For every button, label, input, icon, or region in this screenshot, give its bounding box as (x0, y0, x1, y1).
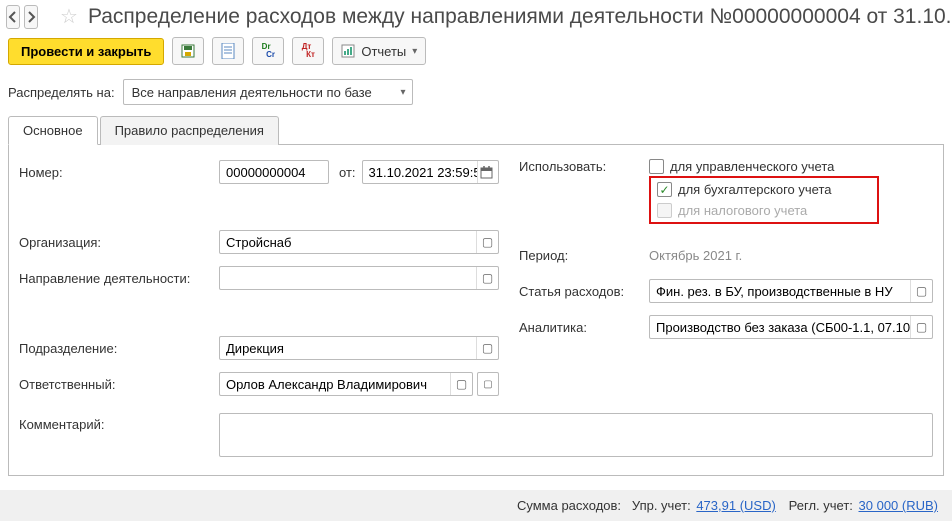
highlight-box: ✓ для бухгалтерского учета для налоговог… (649, 176, 879, 224)
post-and-close-button[interactable]: Провести и закрыть (8, 38, 164, 65)
responsible-more-button[interactable]: ▢ (477, 372, 499, 396)
page-title: Распределение расходов между направления… (88, 5, 952, 29)
dtkt-button[interactable]: Дт Кт (292, 37, 324, 65)
open-icon: ▢ (482, 341, 493, 355)
chk-acct[interactable]: ✓ (657, 182, 672, 197)
nav-back-button[interactable] (6, 5, 20, 29)
open-icon: ▢ (482, 271, 493, 285)
number-input[interactable] (219, 160, 329, 184)
chevron-down-icon: ▾ (401, 87, 406, 98)
org-label: Организация: (19, 235, 219, 250)
dept-input[interactable]: ▢ (219, 336, 499, 360)
reports-label: Отчеты (361, 44, 406, 59)
reg-value-link[interactable]: 30 000 (RUB) (859, 498, 938, 513)
open-icon: ▢ (456, 377, 467, 391)
use-label: Использовать: (519, 159, 649, 174)
responsible-label: Ответственный: (19, 377, 219, 392)
mgmt-value-link[interactable]: 473,91 (USD) (696, 498, 775, 513)
reg-label: Регл. учет: (789, 498, 853, 513)
period-label: Период: (519, 248, 649, 263)
save-button[interactable] (172, 37, 204, 65)
drcr-button[interactable]: Dr Cr (252, 37, 284, 65)
report-icon (341, 44, 355, 58)
dept-open-button[interactable]: ▢ (476, 337, 498, 359)
expense-label: Статья расходов: (519, 284, 649, 299)
number-label: Номер: (19, 165, 219, 180)
reports-dropdown[interactable]: Отчеты ▾ (332, 37, 426, 65)
save-icon (180, 43, 196, 59)
analytics-label: Аналитика: (519, 320, 649, 335)
activity-input[interactable]: ▢ (219, 266, 499, 290)
distribute-value: Все направления деятельности по базе (132, 85, 372, 100)
tab-rule[interactable]: Правило распределения (100, 116, 279, 145)
activity-open-button[interactable]: ▢ (476, 267, 498, 289)
comment-input[interactable] (219, 413, 933, 457)
form-main-panel: Номер: от: (8, 145, 944, 476)
org-open-button[interactable]: ▢ (476, 231, 498, 253)
chevron-down-icon: ▾ (412, 46, 417, 57)
open-icon: ▢ (916, 284, 927, 298)
date-input[interactable] (362, 160, 499, 184)
favorite-star-icon[interactable]: ☆ (60, 4, 78, 29)
arrow-right-icon (25, 11, 37, 23)
arrow-left-icon (7, 11, 19, 23)
expense-open-button[interactable]: ▢ (910, 280, 932, 302)
open-icon: ▢ (483, 379, 492, 390)
tab-main[interactable]: Основное (8, 116, 98, 145)
org-input[interactable]: ▢ (219, 230, 499, 254)
footer-summary: Сумма расходов: Упр. учет: 473,91 (USD) … (0, 490, 952, 521)
document-icon (221, 43, 235, 59)
drcr-icon: Dr Cr (262, 43, 275, 59)
chk-mgmt[interactable] (649, 159, 664, 174)
expense-input[interactable]: ▢ (649, 279, 933, 303)
chk-tax-label: для налогового учета (678, 203, 807, 218)
analytics-open-button[interactable]: ▢ (910, 316, 932, 338)
distribute-label: Распределять на: (8, 85, 115, 100)
sum-label: Сумма расходов: (517, 498, 621, 513)
responsible-open-button[interactable]: ▢ (450, 373, 472, 395)
dept-label: Подразделение: (19, 341, 219, 356)
chk-mgmt-label: для управленческого учета (670, 159, 834, 174)
nav-forward-button[interactable] (24, 5, 38, 29)
activity-label: Направление деятельности: (19, 271, 219, 286)
distribute-select[interactable]: Все направления деятельности по базе ▾ (123, 79, 413, 105)
from-label: от: (339, 165, 356, 180)
calendar-icon (480, 166, 493, 179)
mgmt-label: Упр. учет: (632, 498, 691, 513)
dtkt-icon: Дт Кт (302, 43, 315, 59)
period-value: Октябрь 2021 г. (649, 248, 742, 263)
open-icon: ▢ (916, 320, 927, 334)
analytics-input[interactable]: ▢ (649, 315, 933, 339)
chk-tax (657, 203, 672, 218)
responsible-input[interactable]: ▢ (219, 372, 473, 396)
calendar-button[interactable] (477, 161, 496, 183)
open-icon: ▢ (482, 235, 493, 249)
comment-label: Комментарий: (19, 413, 219, 432)
post-button[interactable] (212, 37, 244, 65)
chk-acct-label: для бухгалтерского учета (678, 182, 832, 197)
